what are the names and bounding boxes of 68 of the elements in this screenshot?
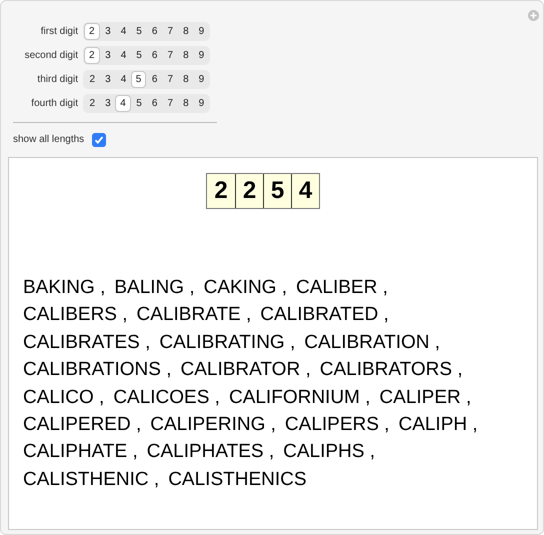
word: CALIBRATED , — [260, 303, 389, 327]
word: CALIPHS , — [283, 440, 376, 464]
digit-option[interactable]: 9 — [193, 47, 209, 64]
digit-option[interactable]: 4 — [115, 23, 131, 40]
digit-option[interactable]: 3 — [100, 95, 116, 112]
digit-option[interactable]: 5 — [130, 95, 146, 112]
control-label: fourth digit — [30, 97, 79, 111]
word: CALIPH , — [398, 413, 478, 436]
digit-option[interactable]: 5 — [130, 47, 146, 64]
word: BALING , — [114, 276, 195, 300]
digit-option[interactable]: 4 — [115, 95, 131, 112]
control-label: third digit — [36, 73, 79, 87]
digit-option[interactable]: 4 — [115, 71, 131, 88]
digit-option[interactable]: 2 — [84, 95, 100, 112]
word: CALIPHATE , — [23, 440, 138, 464]
checkbox-label: show all lengths — [13, 133, 84, 147]
digit-option[interactable]: 8 — [178, 23, 194, 40]
digit-option[interactable]: 4 — [115, 47, 131, 64]
word: CALISTHENIC , — [23, 468, 160, 492]
word: CALIBRATOR , — [180, 358, 311, 382]
word: CAKING , — [204, 276, 288, 300]
digit-option[interactable]: 7 — [162, 23, 178, 40]
word: CALICO , — [23, 386, 104, 410]
word: CALIPERED , — [23, 413, 142, 436]
digit-option[interactable]: 2 — [84, 71, 100, 88]
word: CALIPERING , — [150, 413, 276, 436]
digit-option[interactable]: 7 — [162, 71, 178, 88]
digit-option[interactable]: 6 — [146, 71, 162, 88]
control-label: second digit — [24, 49, 79, 63]
word: CALIBRATE , — [136, 303, 252, 327]
control-label: first digit — [40, 25, 79, 39]
digit-option[interactable]: 3 — [100, 23, 116, 40]
word: CALIFORNIUM , — [228, 386, 370, 410]
word: CALIPHATES , — [146, 440, 274, 464]
digit-option[interactable]: 3 — [100, 47, 116, 64]
digit-cell: 2 — [235, 174, 263, 208]
digit-cell: 5 — [263, 174, 291, 208]
digit-option[interactable]: 9 — [193, 71, 209, 88]
word: CALIBRATORS , — [320, 358, 463, 382]
digit-option[interactable]: 9 — [193, 23, 209, 40]
digit-option[interactable]: 2 — [84, 47, 100, 64]
digit-option[interactable]: 6 — [146, 23, 162, 40]
digit-option[interactable]: 8 — [178, 95, 194, 112]
digit-option[interactable]: 8 — [178, 47, 194, 64]
digit-option[interactable]: 6 — [146, 47, 162, 64]
digit-option[interactable]: 8 — [178, 71, 194, 88]
digit-option[interactable]: 6 — [146, 95, 162, 112]
word: CALIBRATING , — [159, 330, 296, 354]
digit-option[interactable]: 2 — [84, 23, 100, 40]
word: CALIBRATES , — [23, 330, 150, 354]
word: CALICOES , — [113, 386, 220, 410]
digit-cell: 2 — [207, 174, 235, 208]
show-all-lengths-checkbox[interactable] — [92, 132, 106, 146]
digit-option[interactable]: 5 — [130, 23, 146, 40]
word: BAKING , — [23, 276, 106, 300]
word: CALIPER , — [379, 386, 472, 410]
digit-cell: 4 — [291, 174, 319, 208]
word: CALIBRATION , — [304, 330, 440, 354]
word: CALIPERS , — [284, 413, 390, 436]
digit-option[interactable]: 5 — [130, 71, 146, 88]
word: CALIBER , — [296, 276, 388, 300]
digit-option[interactable]: 7 — [162, 47, 178, 64]
word: CALIBERS , — [23, 303, 128, 327]
digit-option[interactable]: 3 — [100, 71, 116, 88]
digit-option[interactable]: 7 — [162, 95, 178, 112]
word: CALISTHENICS — [168, 468, 307, 492]
word: CALIBRATIONS , — [23, 358, 172, 382]
digit-option[interactable]: 9 — [193, 95, 209, 112]
